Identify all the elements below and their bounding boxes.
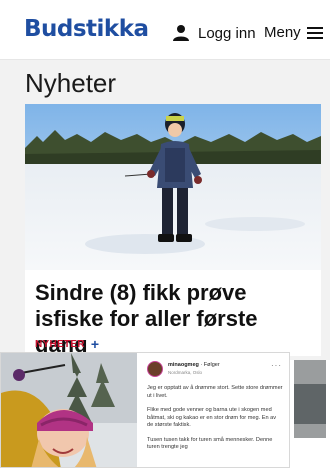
caption-paragraph: Tusen tusen takk for turen små mennesker… [147,436,273,451]
login-button[interactable]: Logg inn [172,24,256,42]
ice-fishing-photo [25,104,321,270]
site-header: Budstikka Logg inn Meny [0,0,330,60]
login-label: Logg inn [198,24,256,42]
account-name: minaogmeg [168,362,199,368]
next-card-edge [290,360,330,468]
menu-label: Meny [264,24,301,41]
avatar[interactable] [147,361,163,377]
article-tag[interactable]: NYHETER + [35,336,99,352]
girl-skiing-photo [1,353,137,467]
caption-paragraph: Jeg er opptatt av å drømme stort. Sette … [147,385,283,399]
instagram-embed[interactable]: minaogmeg · Følger Nordmarka, Oslo ··· J… [0,352,290,468]
tag-label: NYHETER [35,338,85,350]
article-card[interactable]: Sindre (8) fikk prøve isfiske for aller … [25,104,321,357]
section-title: Nyheter [25,68,117,98]
embed-account[interactable]: minaogmeg · Følger Nordmarka, Oslo [168,362,220,375]
account-location: Nordmarka, Oslo [168,370,203,375]
user-icon [173,25,189,41]
embed-text-panel: minaogmeg · Følger Nordmarka, Oslo ··· J… [137,353,289,467]
caption-paragraph: Flike med gode venner og barna ute i sko… [147,407,277,428]
more-options-icon[interactable]: ··· [271,361,282,370]
embed-caption: Jeg er opptatt av å drømme stort. Sette … [147,385,283,459]
follow-label[interactable]: · Følger [200,362,219,368]
next-card-image [290,360,330,468]
plus-icon: + [90,336,100,352]
hamburger-icon [306,26,323,39]
site-logo[interactable]: Budstikka [24,16,149,42]
embed-photo[interactable] [1,353,137,467]
menu-button[interactable]: Meny [264,24,323,41]
article-image[interactable] [25,104,321,270]
